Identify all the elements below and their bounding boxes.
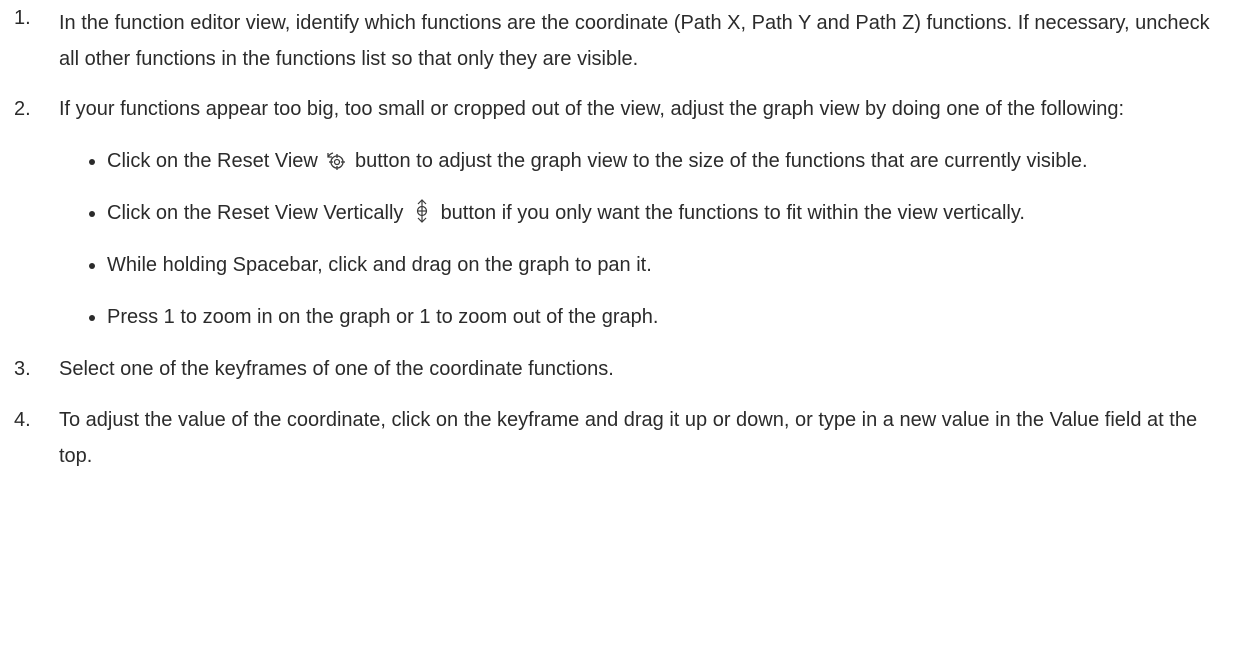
option-reset-view-vertically: Click on the Reset View Vertically butto…	[83, 195, 1220, 231]
option-text-before: Click on the Reset View	[107, 150, 318, 172]
option-text: While holding Spacebar, click and drag o…	[107, 254, 652, 276]
step-number: 3.	[14, 358, 31, 380]
bullet	[89, 263, 95, 269]
step-number: 2.	[14, 98, 31, 120]
bullet	[89, 159, 95, 165]
option-text: Press 1 to zoom in on the graph or 1 to …	[107, 306, 659, 328]
instructions-page: 1. In the function editor view, identify…	[0, 0, 1236, 664]
option-text-after: button if you only want the functions to…	[440, 202, 1025, 224]
option-zoom: Press 1 to zoom in on the graph or 1 to …	[83, 299, 1220, 335]
step-text: Select one of the keyframes of one of th…	[59, 358, 614, 380]
step-text: If your functions appear too big, too sm…	[59, 98, 1125, 120]
step-text: In the function editor view, identify wh…	[59, 12, 1210, 70]
bullet	[89, 211, 95, 217]
steps-list: 1. In the function editor view, identify…	[14, 0, 1220, 474]
step-text: To adjust the value of the coordinate, c…	[59, 409, 1198, 467]
step-number: 4.	[14, 409, 31, 431]
reset-view-vertically-icon	[412, 199, 432, 223]
option-reset-view: Click on the Reset View button to adjust…	[83, 143, 1220, 179]
option-pan: While holding Spacebar, click and drag o…	[83, 247, 1220, 283]
option-text-after: button to adjust the graph view to the s…	[354, 150, 1088, 172]
options-list: Click on the Reset View button to adjust…	[59, 143, 1220, 335]
bullet	[89, 315, 95, 321]
option-text-before: Click on the Reset View Vertically	[107, 202, 404, 224]
reset-view-icon	[326, 151, 346, 171]
step-4: 4. To adjust the value of the coordinate…	[14, 402, 1220, 474]
step-3: 3. Select one of the keyframes of one of…	[14, 351, 1220, 387]
step-1: 1. In the function editor view, identify…	[14, 0, 1220, 77]
step-2: 2. If your functions appear too big, too…	[14, 91, 1220, 335]
step-number: 1.	[14, 7, 31, 29]
